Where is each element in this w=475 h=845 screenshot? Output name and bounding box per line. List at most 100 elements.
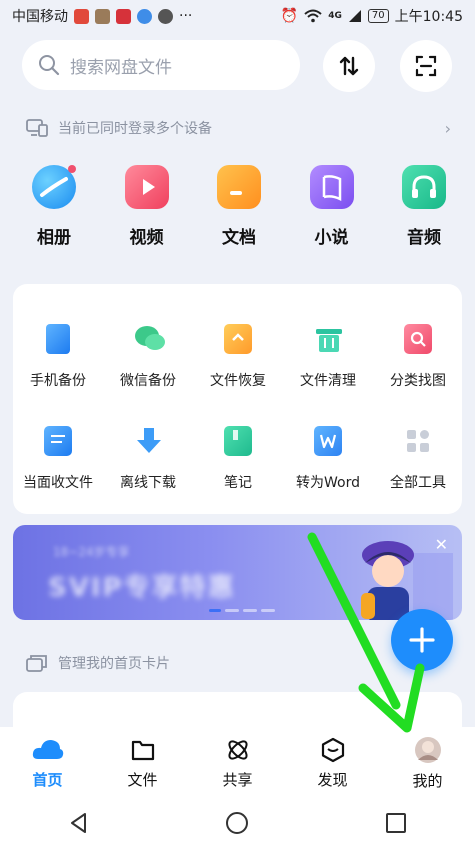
all-tools-icon (404, 426, 432, 456)
tool-phone-backup[interactable]: 手机备份 (13, 324, 103, 390)
category-label: 音频 (407, 228, 441, 248)
discover-icon (321, 737, 344, 763)
share-icon (227, 740, 248, 760)
banner-title: SVIP专享特惠 (48, 573, 236, 603)
pagination-dot (243, 609, 257, 612)
folder-icon (131, 740, 154, 761)
tool-label: 分类找图 (390, 373, 446, 389)
scan-button[interactable] (400, 40, 452, 92)
nav-label: 发现 (317, 771, 348, 789)
clock: 上午10:45 (394, 9, 463, 25)
home-icon (32, 740, 63, 759)
more-notifications: ··· (179, 8, 193, 24)
nav-home[interactable]: 首页 (3, 737, 93, 790)
app-notification-icon (74, 8, 89, 24)
audio-icon (402, 165, 446, 209)
document-icon (217, 165, 261, 209)
cards-icon (26, 655, 47, 672)
novel-icon (309, 165, 354, 209)
wechat-backup-icon (134, 324, 165, 354)
search-placeholder: 搜索网盘文件 (70, 57, 172, 78)
tool-image-search[interactable]: 分类找图 (373, 324, 463, 390)
album-icon (32, 165, 76, 209)
banner-pagination (209, 609, 275, 612)
bottom-navigation: 首页 文件 共享 发现 我的 (0, 727, 475, 800)
carrier-label: 中国移动 (12, 9, 68, 25)
banner-subtitle: 18~24岁专享 (53, 545, 130, 559)
category-label: 文档 (222, 228, 256, 248)
transfer-button[interactable] (323, 40, 375, 92)
tool-label: 全部工具 (390, 475, 446, 491)
manage-home-cards[interactable]: 管理我的首页卡片 (26, 650, 170, 676)
back-icon[interactable] (68, 812, 90, 834)
file-restore-icon (224, 324, 252, 354)
tool-label: 转为Word (296, 475, 360, 491)
nav-label: 我的 (412, 772, 443, 790)
multi-device-login-notice[interactable]: 当前已同时登录多个设备 › (26, 115, 451, 141)
nav-label: 首页 (32, 771, 63, 789)
plus-icon (409, 627, 435, 653)
pagination-dot (261, 609, 275, 612)
nav-files[interactable]: 文件 (98, 737, 188, 790)
scan-icon (415, 55, 437, 77)
tool-label: 笔记 (224, 475, 252, 491)
transfer-arrows-icon (339, 56, 359, 76)
manage-cards-text: 管理我的首页卡片 (58, 656, 170, 672)
tool-offline-download[interactable]: 离线下载 (103, 426, 193, 492)
chevron-right-icon: › (444, 118, 451, 138)
nav-profile[interactable]: 我的 (383, 736, 473, 791)
tool-receive-file[interactable]: 当面收文件 (13, 426, 103, 492)
avatar (414, 737, 441, 763)
add-button[interactable] (391, 609, 453, 671)
app-notification-icon (95, 8, 110, 24)
tool-file-cleanup[interactable]: 文件清理 (283, 324, 373, 390)
nav-label: 共享 (222, 771, 253, 789)
system-navigation-bar (0, 800, 475, 845)
message-notification-icon (158, 8, 173, 24)
tool-wechat-backup[interactable]: 微信备份 (103, 324, 193, 390)
tool-all-tools[interactable]: 全部工具 (373, 426, 463, 492)
tool-label: 离线下载 (120, 475, 176, 491)
banner-close-button[interactable]: ✕ (435, 535, 448, 554)
wifi-icon (304, 9, 322, 23)
tool-label: 文件清理 (300, 373, 356, 389)
notes-icon (224, 426, 252, 456)
tool-label: 手机备份 (30, 373, 86, 389)
category-document[interactable]: 文档 (199, 165, 279, 250)
nav-discover[interactable]: 发现 (288, 737, 378, 790)
tool-file-restore[interactable]: 文件恢复 (193, 324, 283, 390)
tool-label: 文件恢复 (210, 373, 266, 389)
video-icon (124, 165, 169, 209)
receive-file-icon (44, 426, 72, 456)
devices-icon (26, 119, 48, 137)
category-video[interactable]: 视频 (107, 165, 187, 250)
file-cleanup-icon (314, 324, 342, 354)
alarm-icon: ⏰ (280, 8, 299, 24)
home-circle-icon[interactable] (225, 811, 249, 835)
search-bar[interactable]: 搜索网盘文件 (22, 40, 300, 90)
nav-share[interactable]: 共享 (193, 737, 283, 790)
category-audio[interactable]: 音频 (384, 165, 464, 250)
word-convert-icon (314, 426, 342, 456)
tool-label: 当面收文件 (23, 475, 93, 491)
tool-notes[interactable]: 笔记 (193, 426, 283, 492)
app-notification-icon (116, 8, 131, 24)
category-row: 相册 视频 文档 小说 音频 (14, 165, 464, 250)
pagination-dot-active (209, 609, 221, 612)
tool-convert-word[interactable]: 转为Word (283, 426, 373, 492)
category-novel[interactable]: 小说 (292, 165, 372, 250)
category-label: 相册 (37, 228, 71, 248)
recents-icon[interactable] (385, 812, 407, 834)
tools-card: 手机备份 微信备份 文件恢复 文件清理 分类找图 当面收文件 离线下载 笔记 转… (13, 284, 462, 514)
search-icon (39, 55, 60, 76)
promo-banner[interactable]: 18~24岁专享 SVIP专享特惠 ✕ (13, 525, 462, 620)
image-search-icon (404, 324, 432, 354)
battery-indicator: 70 (367, 9, 389, 23)
network-type: 4G (328, 11, 342, 21)
app-notification-icon (137, 8, 152, 24)
signal-icon (348, 10, 361, 22)
nav-label: 文件 (127, 771, 158, 789)
phone-backup-icon (46, 324, 70, 354)
category-album[interactable]: 相册 (14, 165, 94, 250)
tool-label: 微信备份 (120, 373, 176, 389)
